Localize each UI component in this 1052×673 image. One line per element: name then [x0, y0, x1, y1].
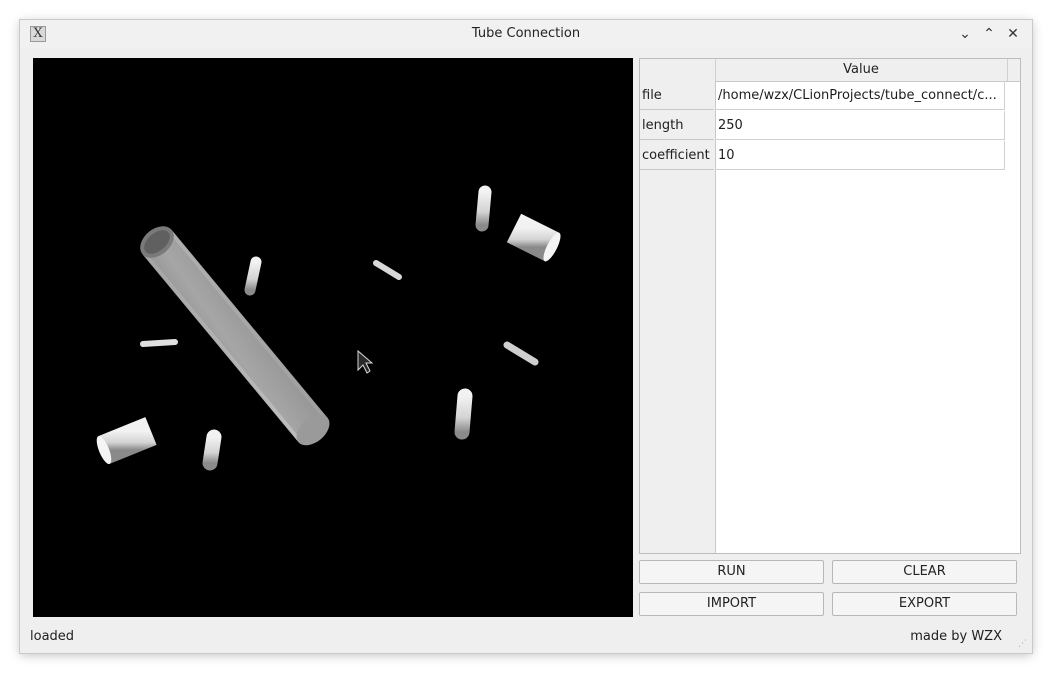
file-value-cell[interactable]: /home/wzx/CLionProjects/tube_connect/c..… [715, 81, 1005, 110]
clear-button[interactable]: CLEAR [832, 560, 1017, 584]
row-label-coefficient[interactable]: coefficient [640, 141, 714, 170]
small-tube [244, 256, 262, 296]
main-window: Tube Connection X ⌄ ⌃ ✕ Value file /home… [20, 20, 1032, 653]
resize-grip-icon[interactable]: ⋰ [1018, 639, 1028, 649]
import-button[interactable]: IMPORT [639, 592, 824, 616]
title-bar: Tube Connection X ⌄ ⌃ ✕ [20, 20, 1032, 48]
close-icon[interactable]: ✕ [1003, 24, 1023, 44]
table-row: length 250 [640, 111, 1005, 141]
3d-viewport[interactable] [33, 58, 633, 617]
status-message: loaded [30, 629, 75, 644]
column-header-value[interactable]: Value [715, 59, 1006, 81]
minimize-icon[interactable]: ⌄ [955, 24, 975, 44]
small-tube [506, 213, 561, 262]
window-title: Tube Connection [471, 26, 581, 41]
coefficient-value-cell[interactable]: 10 [715, 141, 1005, 170]
cursor-icon [357, 349, 374, 374]
property-table[interactable]: Value file /home/wzx/CLionProjects/tube_… [639, 58, 1021, 554]
table-row: file /home/wzx/CLionProjects/tube_connec… [640, 81, 1005, 111]
app-icon: X [30, 26, 46, 42]
small-tube [202, 429, 222, 471]
export-button[interactable]: EXPORT [832, 592, 1017, 616]
small-tube [140, 339, 178, 347]
small-tube [475, 185, 492, 232]
large-tube [140, 226, 330, 446]
table-header: Value [640, 59, 1020, 82]
small-tube [373, 260, 402, 280]
tube-scene [96, 185, 561, 471]
run-button[interactable]: RUN [639, 560, 824, 584]
maximize-icon[interactable]: ⌃ [979, 24, 999, 44]
length-value-cell[interactable]: 250 [715, 111, 1005, 140]
small-tube [503, 341, 539, 366]
row-label-file[interactable]: file [640, 81, 714, 110]
header-corner [1007, 59, 1020, 81]
small-tube [454, 388, 473, 440]
credit-label: made by WZX [910, 629, 1002, 644]
table-row: coefficient 10 [640, 141, 1005, 171]
row-label-length[interactable]: length [640, 111, 714, 140]
small-tube [96, 417, 157, 465]
